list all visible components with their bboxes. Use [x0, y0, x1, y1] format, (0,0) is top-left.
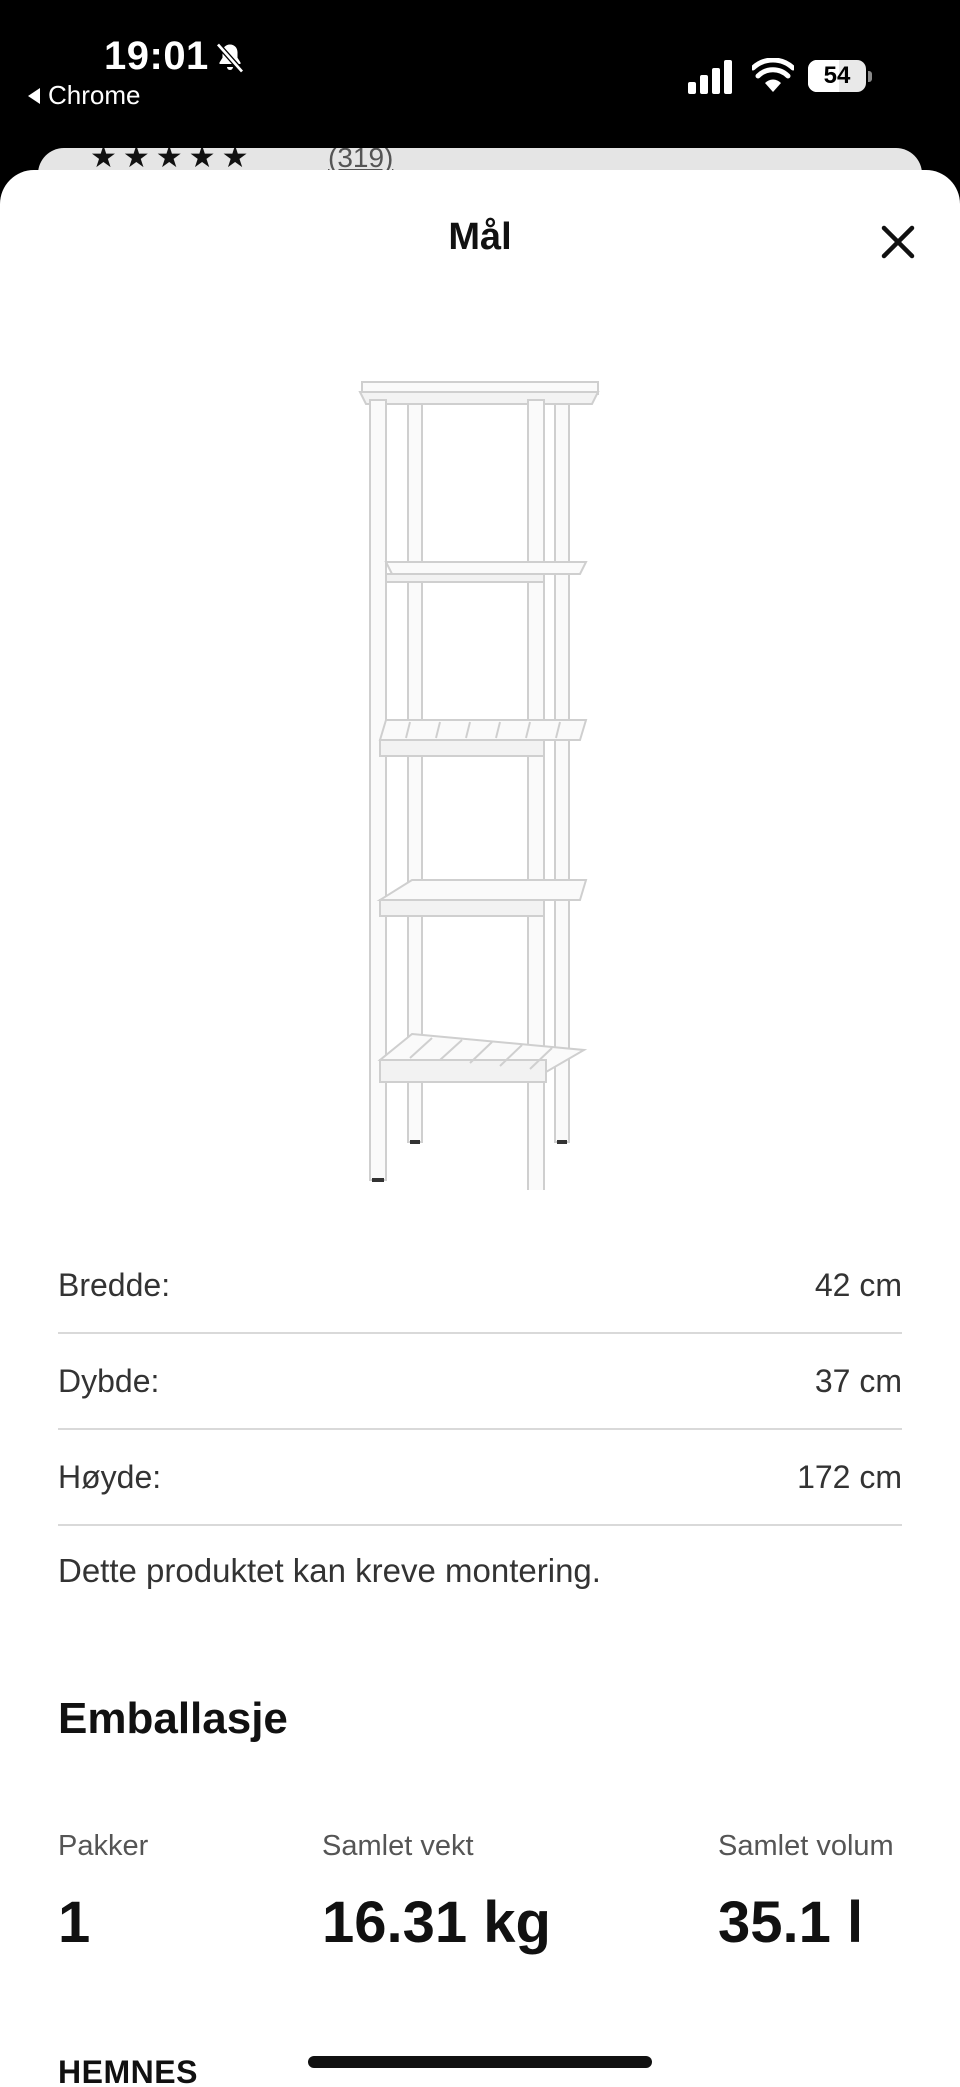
packaging-stat-weight: Samlet vekt 16.31 kg — [322, 1830, 551, 1956]
stat-label: Samlet vekt — [322, 1830, 474, 1862]
dimension-value: 172 cm — [797, 1458, 902, 1495]
dimensions-list: Bredde: 42 cm Dybde: 37 cm Høyde: 172 cm — [58, 1238, 902, 1526]
dimension-row-height: Høyde: 172 cm — [58, 1430, 902, 1526]
stat-value: 1 — [58, 1890, 91, 1955]
dimension-value: 37 cm — [814, 1362, 902, 1399]
cellular-signal-icon — [688, 60, 732, 94]
home-indicator[interactable] — [308, 2056, 652, 2068]
assembly-note: Dette produktet kan kreve montering. — [58, 1552, 601, 1589]
close-icon[interactable] — [876, 220, 920, 264]
stat-label: Samlet volum — [718, 1830, 894, 1862]
wifi-icon — [752, 58, 794, 92]
battery-percent: 54 — [823, 62, 851, 89]
battery-icon: 54 — [808, 60, 874, 94]
dimension-label: Høyde: — [58, 1458, 162, 1495]
sheet-title: Mål — [448, 216, 512, 258]
back-app-label: Chrome — [48, 80, 141, 110]
dimension-row-width: Bredde: 42 cm — [58, 1238, 902, 1334]
back-to-app[interactable]: Chrome — [28, 80, 140, 111]
dimension-value: 42 cm — [814, 1266, 902, 1303]
packaging-heading: Emballasje — [58, 1694, 288, 1743]
dimension-row-depth: Dybde: 37 cm — [58, 1334, 902, 1430]
packaging-stat-volume: Samlet volum 35.1 l — [718, 1830, 894, 1956]
stat-label: Pakker — [58, 1830, 149, 1862]
product-name-heading: HEMNES — [58, 2054, 198, 2087]
battery-cap — [868, 71, 872, 82]
silent-bell-icon — [216, 42, 244, 74]
stat-value: 16.31 kg — [322, 1890, 551, 1955]
stat-value: 35.1 l — [718, 1890, 864, 1955]
status-time: 19:01 — [104, 34, 209, 78]
status-bar: 19:01 Chrome 54 — [0, 0, 960, 150]
dimension-label: Dybde: — [58, 1362, 160, 1399]
dimensions-sheet: Mål Bredde: 42 cm Dybde: 37 cm Høyde: 17… — [0, 170, 960, 2087]
packaging-stat-packages: Pakker 1 — [58, 1830, 148, 1956]
product-image — [358, 381, 600, 1190]
back-arrow-icon — [28, 87, 40, 104]
battery-body: 54 — [808, 60, 866, 92]
dimension-label: Bredde: — [58, 1266, 171, 1303]
